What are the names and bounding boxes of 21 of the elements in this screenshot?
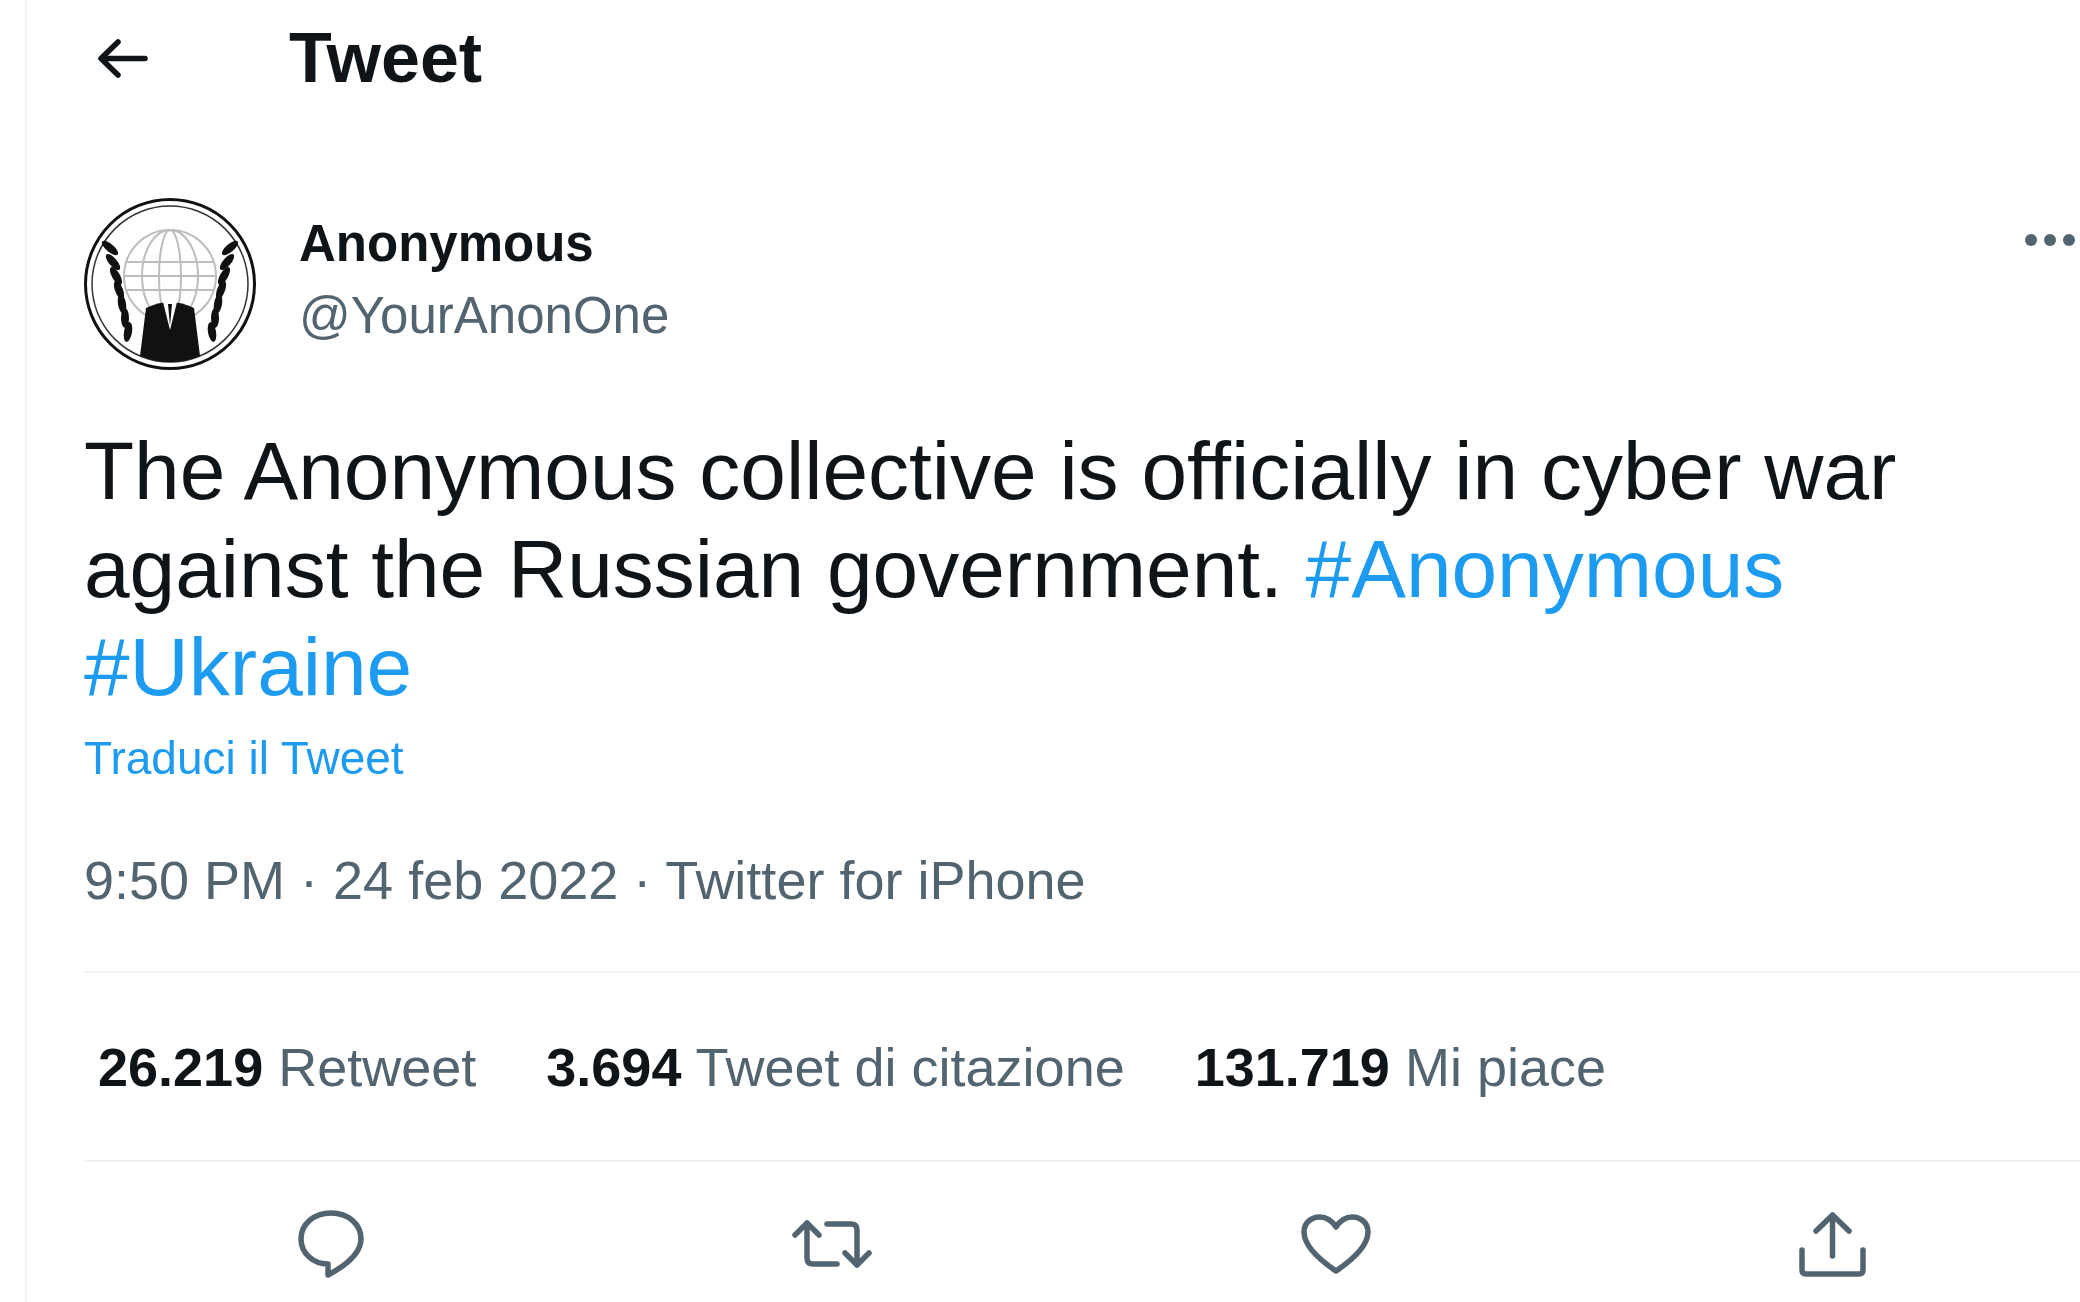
stat-link[interactable]: 26.219 Retweet bbox=[98, 1034, 477, 1099]
like-button[interactable] bbox=[1300, 1213, 1371, 1275]
page-title: Tweet bbox=[289, 18, 483, 98]
stat-link[interactable]: 131.719 Mi piace bbox=[1194, 1034, 1606, 1099]
reply-button[interactable] bbox=[298, 1210, 365, 1278]
tweet-text: The Anonymous collective is officially in cyber war against the Russian government. #Anonymous #Ukraine bbox=[84, 424, 1898, 714]
more-button[interactable] bbox=[2025, 234, 2075, 246]
profile-avatar[interactable] bbox=[84, 198, 256, 370]
share-button[interactable] bbox=[1798, 1211, 1866, 1277]
share-icon bbox=[1798, 1211, 1866, 1277]
tweet-timestamp: 9:50 PM · 24 feb 2022 · Twitter for iPhone bbox=[84, 849, 1086, 912]
back-arrow-icon bbox=[97, 38, 148, 78]
speech-bubble-icon bbox=[298, 1210, 365, 1278]
heart-icon bbox=[1300, 1213, 1371, 1275]
stat-link[interactable]: 3.694 Tweet di citazione bbox=[546, 1034, 1125, 1099]
back-button[interactable] bbox=[97, 38, 148, 78]
retweet-button[interactable] bbox=[792, 1218, 873, 1270]
author-name[interactable]: Anonymous bbox=[299, 213, 670, 275]
author-handle[interactable]: @YourAnonOne bbox=[299, 285, 670, 347]
more-options-icon bbox=[2025, 234, 2075, 246]
retweet-arrows-icon bbox=[792, 1218, 873, 1270]
